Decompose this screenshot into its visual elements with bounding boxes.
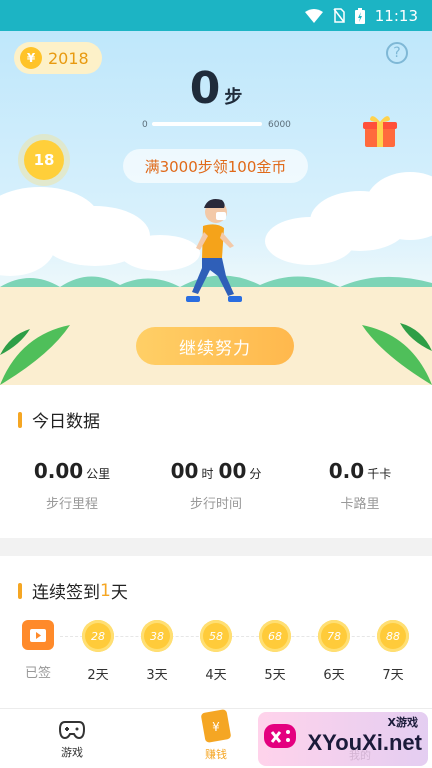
video-reward-icon xyxy=(22,620,54,650)
minutes-unit: 分 xyxy=(249,467,262,481)
progress-min-label: 0 xyxy=(142,120,148,130)
step-hero: ¥ 2018 ? 0步 0 6000 18 满3000步领100金币 继续努力 xyxy=(0,31,432,385)
gamepad-icon xyxy=(58,721,86,740)
checkin-day-5[interactable]: 68 5天 xyxy=(255,620,295,683)
checkin-title-prefix: 连续签到 xyxy=(32,583,100,603)
today-title-text: 今日数据 xyxy=(32,412,100,432)
calories-unit: 千卡 xyxy=(367,467,392,481)
watermark-text: XYouXi.net xyxy=(307,730,423,755)
stat-calories: 0.0 千卡 卡路里 xyxy=(288,459,432,512)
coin-reward: 38 xyxy=(141,620,173,652)
hours-unit: 时 xyxy=(201,467,214,481)
calories-label: 卡路里 xyxy=(340,497,380,512)
stat-distance: 0.00 公里 步行里程 xyxy=(0,459,144,512)
leaf-decoration-right xyxy=(362,323,432,385)
day-label: 2天 xyxy=(87,668,109,683)
calories-value: 0.0 xyxy=(328,459,365,483)
day-label: 6天 xyxy=(323,668,345,683)
step-count: 0 xyxy=(189,63,221,114)
coin-reward: 78 xyxy=(318,620,350,652)
step-counter: 0步 xyxy=(0,63,432,114)
coin-reward: 28 xyxy=(82,620,114,652)
red-envelope-icon: ¥ xyxy=(201,709,231,743)
nav-games[interactable]: 游戏 xyxy=(32,719,112,760)
progress-max-label: 6000 xyxy=(268,120,291,130)
today-data-card: 今日数据 0.00 公里 步行里程 00 时 00 分 步行时间 0.0 千卡 卡路里 xyxy=(0,385,432,538)
today-title: 今日数据 xyxy=(18,407,100,432)
distance-label: 步行里程 xyxy=(45,497,98,512)
reward-goal-pill: 满3000步领100金币 xyxy=(123,149,308,183)
walking-person-illustration xyxy=(186,199,242,302)
gift-box-icon[interactable] xyxy=(362,113,398,149)
step-unit: 步 xyxy=(224,87,243,108)
hours-value: 00 xyxy=(170,459,199,483)
time-label: 步行时间 xyxy=(189,497,242,512)
day-label: 已签 xyxy=(24,666,51,681)
checkin-title: 连续签到 1 天 xyxy=(18,578,128,603)
checkin-day-1[interactable]: 已签 xyxy=(18,620,58,681)
day-label: 4天 xyxy=(205,668,227,683)
distance-unit: 公里 xyxy=(86,467,111,481)
title-accent-bar xyxy=(18,582,22,599)
wifi-icon xyxy=(304,8,323,23)
day-label: 5天 xyxy=(264,668,286,683)
checkin-day-2[interactable]: 28 2天 xyxy=(78,620,118,683)
checkin-day-6[interactable]: 78 6天 xyxy=(314,620,354,683)
nav-games-label: 游戏 xyxy=(61,746,83,759)
checkin-day-7[interactable]: 88 7天 xyxy=(373,620,413,683)
distance-value: 0.00 xyxy=(33,459,84,483)
status-bar: 11:13 xyxy=(0,0,432,31)
coin-reward: 68 xyxy=(259,620,291,652)
continue-button[interactable]: 继续努力 xyxy=(136,327,294,365)
coin-reward: 88 xyxy=(377,620,409,652)
status-time: 11:13 xyxy=(374,6,418,25)
checkin-day-3[interactable]: 38 3天 xyxy=(137,620,177,683)
checkin-day-count: 1 xyxy=(100,580,111,601)
day-label: 7天 xyxy=(382,668,404,683)
checkin-title-suffix: 天 xyxy=(110,583,128,603)
battery-charging-icon xyxy=(354,7,365,24)
leaf-decoration-left xyxy=(0,325,70,385)
watermark-logo-icon xyxy=(264,724,296,748)
minutes-value: 00 xyxy=(218,459,247,483)
watermark-small-text: X游戏 xyxy=(387,716,418,729)
nav-earn-label: 赚钱 xyxy=(205,748,227,761)
nav-earn[interactable]: ¥ 赚钱 xyxy=(176,709,256,762)
stat-time: 00 时 00 分 步行时间 xyxy=(144,459,288,512)
day-label: 3天 xyxy=(146,668,168,683)
floating-coin-bubble[interactable]: 18 xyxy=(24,140,64,180)
checkin-days: 已签 28 2天 38 3天 58 4天 68 5天 78 6天 88 7天 xyxy=(0,620,432,690)
coin-reward: 58 xyxy=(200,620,232,652)
checkin-day-4[interactable]: 58 4天 xyxy=(196,620,236,683)
svg-text:¥: ¥ xyxy=(212,720,220,734)
no-sim-icon xyxy=(333,8,345,23)
title-accent-bar xyxy=(18,411,22,428)
help-icon[interactable]: ? xyxy=(386,42,408,64)
app-screen: 11:13 ¥ 2018 ? 0步 0 6000 18 满3000步领100金币… xyxy=(0,0,432,768)
step-progress-bar xyxy=(152,122,262,126)
